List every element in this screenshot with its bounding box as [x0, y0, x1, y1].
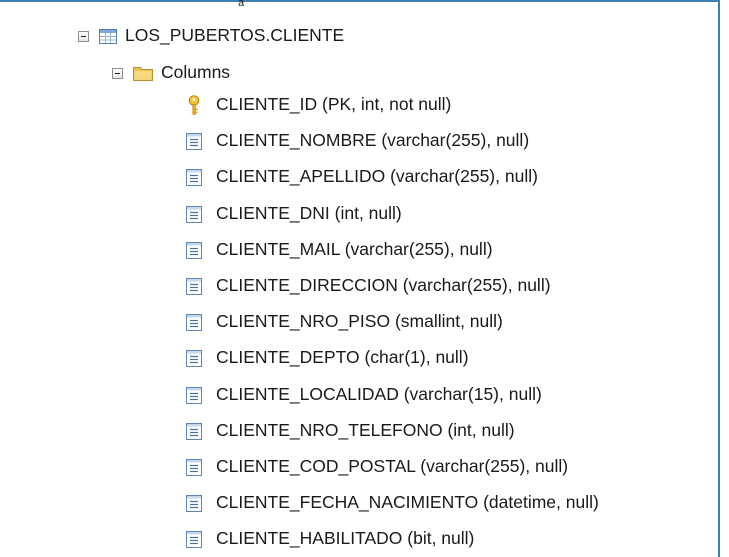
tree-node-column[interactable]: CLIENTE_HABILITADO (bit, null) [186, 525, 474, 553]
column-name: CLIENTE_ID [216, 94, 318, 115]
columns-folder-label: Columns [161, 62, 231, 83]
column-label: CLIENTE_DEPTO (char(1), null) [216, 349, 469, 367]
column-icon [186, 494, 202, 512]
column-icon [186, 168, 202, 186]
column-icon [186, 349, 202, 367]
tree-node-column[interactable]: CLIENTE_FECHA_NACIMIENTO (datetime, null… [186, 489, 599, 517]
column-spec: (char(1), null) [359, 347, 469, 368]
column-icon [186, 205, 202, 223]
column-icon [186, 313, 202, 331]
folder-icon [133, 67, 153, 81]
column-icon [186, 132, 202, 150]
column-name: CLIENTE_DIRECCION [216, 275, 398, 296]
column-label: CLIENTE_NRO_TELEFONO (int, null) [216, 422, 515, 440]
collapse-toggle-icon[interactable] [112, 67, 123, 79]
tree-node-column[interactable]: CLIENTE_DNI (int, null) [186, 200, 402, 228]
column-icon [186, 277, 202, 295]
column-label: CLIENTE_NRO_PISO (smallint, null) [216, 313, 503, 331]
column-spec: (varchar(255), null) [339, 239, 493, 260]
column-name: CLIENTE_NRO_TELEFONO [216, 420, 443, 441]
column-spec: (varchar(255), null) [385, 166, 538, 187]
column-name: CLIENTE_COD_POSTAL [216, 456, 416, 477]
tree-node-column[interactable]: CLIENTE_NRO_PISO (smallint, null) [186, 308, 503, 336]
column-label: CLIENTE_LOCALIDAD (varchar(15), null) [216, 386, 542, 404]
column-spec: (varchar(15), null) [398, 384, 542, 405]
column-spec: (PK, int, not null) [317, 94, 452, 115]
column-name: CLIENTE_MAIL [216, 239, 340, 260]
column-label: CLIENTE_APELLIDO (varchar(255), null) [216, 168, 538, 186]
tree-node-column[interactable]: CLIENTE_DIRECCION (varchar(255), null) [186, 272, 551, 300]
tree-node-column[interactable]: CLIENTE_DEPTO (char(1), null) [186, 344, 469, 372]
tree-node-column[interactable]: CLIENTE_LOCALIDAD (varchar(15), null) [186, 381, 542, 409]
column-label: CLIENTE_FECHA_NACIMIENTO (datetime, null… [216, 494, 599, 512]
tree-node-column[interactable]: CLIENTE_NRO_TELEFONO (int, null) [186, 417, 515, 445]
column-icon [186, 386, 202, 404]
column-icon [186, 458, 202, 476]
column-name: CLIENTE_NRO_PISO [216, 311, 391, 332]
column-name: CLIENTE_FECHA_NACIMIENTO [216, 492, 479, 513]
column-spec: (varchar(255), null) [415, 456, 569, 477]
column-label: CLIENTE_HABILITADO (bit, null) [216, 530, 474, 548]
column-name: CLIENTE_APELLIDO [216, 166, 386, 187]
column-spec: (varchar(255), null) [397, 275, 551, 296]
column-name: CLIENTE_DEPTO [216, 347, 360, 368]
column-icon [186, 530, 202, 548]
tree-node-column[interactable]: CLIENTE_APELLIDO (varchar(255), null) [186, 163, 538, 191]
tree-node-table[interactable]: LOS_PUBERTOS.CLIENTE [78, 22, 344, 50]
collapse-toggle-icon[interactable] [78, 30, 89, 42]
column-spec: (datetime, null) [478, 492, 599, 513]
column-label: CLIENTE_DIRECCION (varchar(255), null) [216, 277, 551, 295]
column-name: CLIENTE_NOMBRE [216, 130, 377, 151]
table-icon [99, 28, 117, 44]
column-label: CLIENTE_COD_POSTAL (varchar(255), null) [216, 458, 568, 476]
column-icon [186, 422, 202, 440]
column-name: CLIENTE_DNI [216, 203, 330, 224]
tree-node-columns-folder[interactable]: Columns [112, 59, 230, 87]
tree-node-column[interactable]: CLIENTE_MAIL (varchar(255), null) [186, 236, 493, 264]
column-spec: (varchar(255), null) [376, 130, 530, 151]
table-node-label: LOS_PUBERTOS.CLIENTE [125, 25, 345, 46]
column-spec: (int, null) [442, 420, 515, 441]
column-spec: (bit, null) [402, 528, 475, 549]
column-label: CLIENTE_ID (PK, int, not null) [216, 96, 451, 114]
tree-node-column[interactable]: CLIENTE_NOMBRE (varchar(255), null) [186, 127, 529, 155]
cutoff-previous-row-text: a [238, 0, 245, 6]
column-label: CLIENTE_DNI (int, null) [216, 205, 402, 223]
tree-node-column[interactable]: CLIENTE_ID (PK, int, not null) [186, 91, 451, 119]
column-label: CLIENTE_NOMBRE (varchar(255), null) [216, 132, 529, 150]
column-label: CLIENTE_MAIL (varchar(255), null) [216, 241, 493, 259]
column-name: CLIENTE_LOCALIDAD [216, 384, 399, 405]
primary-key-icon [188, 95, 200, 115]
column-name: CLIENTE_HABILITADO [216, 528, 403, 549]
column-spec: (smallint, null) [390, 311, 503, 332]
tree-node-column[interactable]: CLIENTE_COD_POSTAL (varchar(255), null) [186, 453, 568, 481]
column-icon [186, 241, 202, 259]
column-spec: (int, null) [329, 203, 402, 224]
